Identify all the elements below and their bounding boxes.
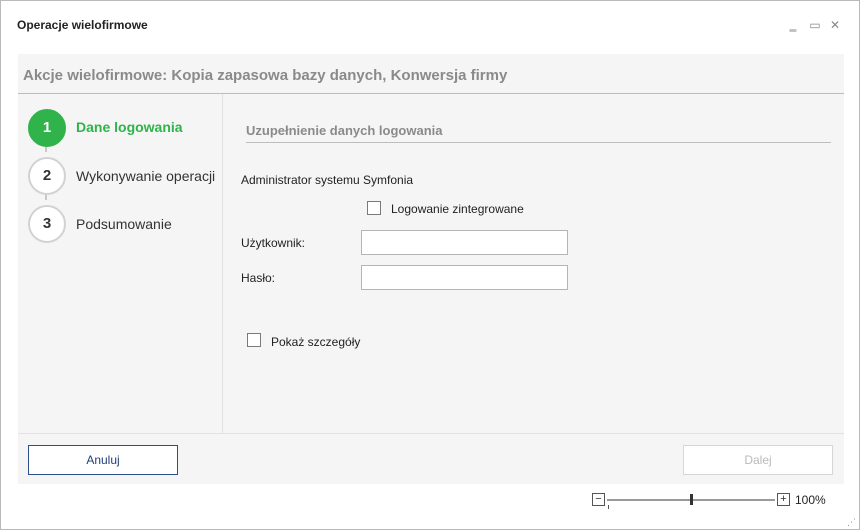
zoom-out-button[interactable]: − [592, 493, 605, 506]
show-details-label: Pokaż szczegóły [271, 335, 361, 349]
step-number: 1 [28, 109, 66, 147]
zoom-value: 100% [795, 493, 826, 507]
step-number: 2 [28, 157, 66, 195]
zoom-in-button[interactable]: + [777, 493, 790, 506]
section-divider [246, 142, 831, 143]
user-input[interactable] [361, 230, 568, 255]
password-label: Hasło: [241, 271, 276, 285]
title-bar: Operacje wielofirmowe ‗ ▭ ✕ [1, 1, 859, 51]
wizard-header: Akcje wielofirmowe: Kopia zapasowa bazy … [18, 54, 844, 94]
close-icon[interactable]: ✕ [827, 17, 843, 33]
next-button[interactable]: Dalej [683, 445, 833, 475]
user-label: Użytkownik: [241, 236, 306, 250]
wizard-footer: Anuluj Dalej [18, 433, 844, 484]
maximize-icon[interactable]: ▭ [807, 17, 823, 33]
wizard-panel: Akcje wielofirmowe: Kopia zapasowa bazy … [18, 54, 844, 484]
login-form: Uzupełnienie danych logowania Administra… [224, 94, 844, 433]
step-podsumowanie: 3 Podsumowanie [28, 205, 223, 243]
section-title: Uzupełnienie danych logowania [246, 123, 443, 138]
step-list: 1 Dane logowania 2 Wykonywanie operacji … [18, 94, 223, 433]
wizard-title: Akcje wielofirmowe: Kopia zapasowa bazy … [23, 67, 508, 84]
step-number: 3 [28, 205, 66, 243]
admin-label: Administrator systemu Symfonia [241, 173, 414, 187]
integrated-login-label: Logowanie zintegrowane [391, 202, 524, 216]
window-title: Operacje wielofirmowe [17, 18, 148, 32]
zoom-slider-thumb[interactable] [689, 494, 693, 505]
zoom-control: − + 100% [591, 491, 841, 511]
integrated-login-checkbox[interactable] [367, 201, 381, 215]
show-details-checkbox[interactable] [247, 333, 261, 347]
cancel-button[interactable]: Anuluj [28, 445, 178, 475]
step-label: Wykonywanie operacji [76, 168, 216, 184]
dialog-window: Operacje wielofirmowe ‗ ▭ ✕ Akcje wielof… [0, 0, 860, 530]
minimize-icon[interactable]: ‗ [785, 17, 801, 33]
step-dane-logowania: 1 Dane logowania [28, 109, 223, 147]
step-label: Dane logowania [76, 119, 183, 135]
resize-grip-icon[interactable]: ⋰ [847, 517, 857, 527]
step-wykonywanie-operacji: 2 Wykonywanie operacji [28, 157, 223, 195]
step-label: Podsumowanie [76, 216, 172, 232]
password-input[interactable] [361, 265, 568, 290]
zoom-tick [608, 505, 609, 509]
